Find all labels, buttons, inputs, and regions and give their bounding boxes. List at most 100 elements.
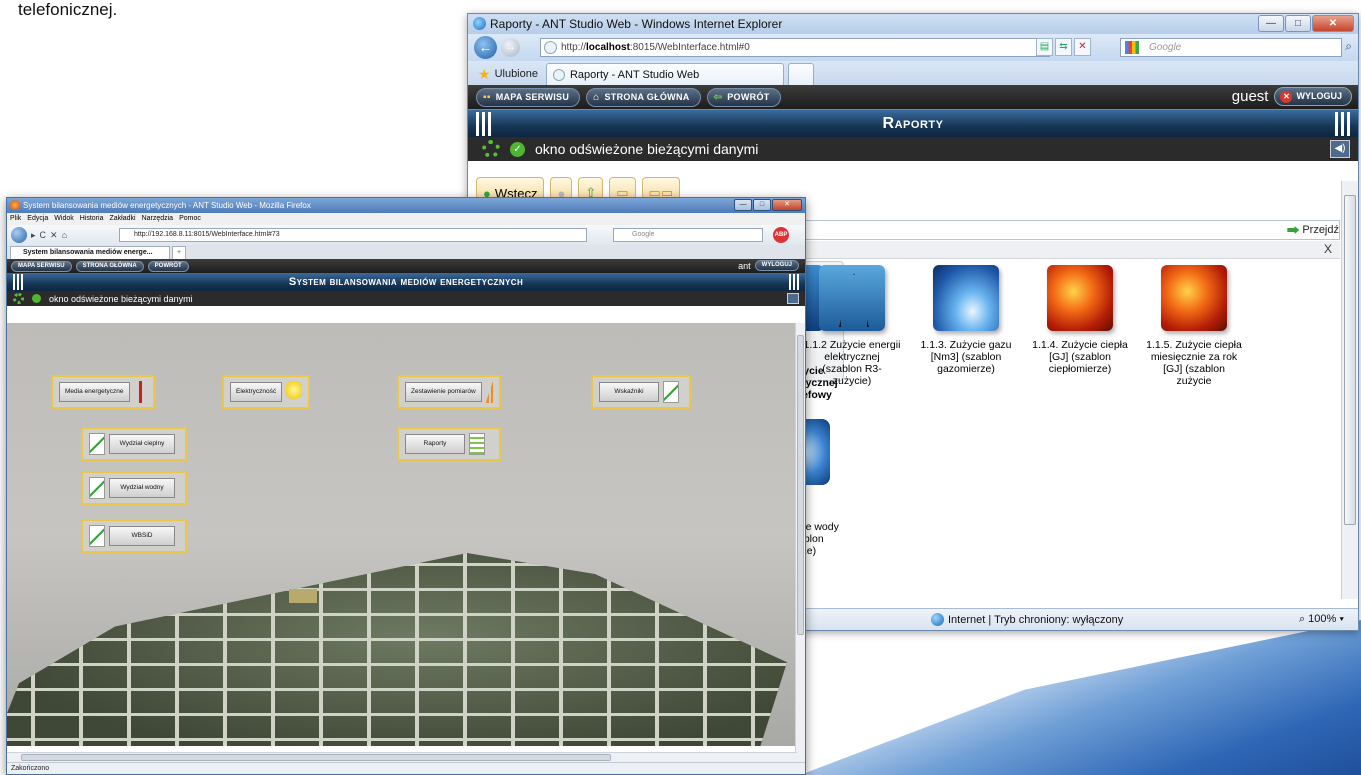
scroll-thumb[interactable]	[1344, 195, 1356, 525]
search-input[interactable]: Google	[613, 228, 763, 242]
report-label: 1.1.2 Zużycie energii elektrycznej (szab…	[803, 339, 901, 387]
forward-arrow-icon[interactable]: ▸	[31, 230, 36, 241]
menu-bookmarks[interactable]: Zakładki	[109, 213, 135, 225]
vertical-scrollbar[interactable]	[795, 323, 805, 764]
maximize-button[interactable]: □	[1285, 15, 1311, 32]
gear-icon[interactable]	[13, 293, 24, 304]
tile-reports-label: Raporty	[405, 434, 465, 454]
home-label: STRONA GŁÓWNA	[604, 91, 690, 102]
reload-icon[interactable]: C	[40, 230, 47, 240]
tab-raporty[interactable]: Raporty - ANT Studio Web	[545, 63, 784, 85]
user-area: ant WYLOGUJ	[738, 260, 799, 271]
menu-help[interactable]: Pomoc	[179, 213, 201, 225]
map-highlight[interactable]	[289, 589, 317, 603]
ff-status-bar: Zakończono	[7, 762, 805, 774]
favorites-button[interactable]: ★ Ulubione	[474, 63, 542, 85]
vertical-scrollbar[interactable]	[1341, 181, 1358, 599]
tile-water[interactable]: Wydział wodny	[81, 471, 187, 505]
menu-tools[interactable]: Narzędzia	[142, 213, 174, 225]
tab-label: Raporty - ANT Studio Web	[569, 68, 700, 81]
tile-media-label: Media energetyczne	[59, 382, 130, 402]
home-icon[interactable]: ⌂	[62, 230, 67, 240]
report-item[interactable]: 1.1.5. Zużycie ciepła miesięcznie za rok…	[1145, 265, 1243, 387]
tile-water-label: Wydział wodny	[109, 478, 175, 498]
back-button[interactable]: POWRÓT	[147, 260, 189, 272]
back-arrow-icon[interactable]	[11, 227, 27, 243]
new-tab-button[interactable]: +	[172, 246, 186, 259]
site-map-button[interactable]: ▪▪ MAPA SERWISU	[476, 87, 581, 107]
ie-tab-bar: ★ Ulubione Raporty - ANT Studio Web	[468, 61, 1358, 85]
zoom-control[interactable]: ⌕ 100% ▾	[1299, 613, 1344, 626]
back-label: POWRÓT	[727, 91, 770, 102]
speaker-icon[interactable]: ◀)	[1330, 140, 1350, 158]
google-icon	[1125, 41, 1139, 54]
go-button[interactable]: Przejdź	[1284, 221, 1339, 239]
tile-media[interactable]: Media energetyczne	[51, 375, 155, 409]
right-bars-decoration	[1335, 112, 1350, 136]
tile-indicators[interactable]: Wskaźniki	[591, 375, 691, 409]
compat-view-icon[interactable]: ▤	[1036, 38, 1053, 56]
scroll-thumb[interactable]	[21, 754, 611, 761]
background-swoosh	[800, 620, 1361, 775]
thermometer-icon	[133, 381, 147, 403]
gear-icon[interactable]	[482, 140, 500, 158]
tab-system[interactable]: System bilansowania mediów energe...	[10, 246, 170, 259]
star-icon: ★	[478, 65, 491, 82]
logout-button[interactable]: ✕ WYLOGUJ	[1274, 87, 1352, 106]
menu-edit[interactable]: Edycja	[27, 213, 48, 225]
report-item[interactable]: 1.1.3. Zużycie gazu [Nm3] (szablon gazom…	[917, 265, 1015, 387]
stop-icon[interactable]: ✕	[50, 230, 58, 241]
minimize-button[interactable]: —	[734, 199, 752, 211]
tile-heat[interactable]: Wydział cieplny	[81, 427, 187, 461]
close-button[interactable]: ✕	[772, 199, 802, 211]
new-tab-button[interactable]	[787, 63, 814, 85]
tile-electricity[interactable]: Elektryczność	[222, 375, 310, 409]
report-icons: 1.1.2 Zużycie energii elektrycznej (szab…	[803, 265, 1243, 387]
adblock-icon[interactable]: ABP	[773, 227, 789, 243]
document-text: telefonicznej.	[18, 0, 118, 19]
power-tower-icon	[819, 265, 885, 331]
home-button[interactable]: STRONA GŁÓWNA	[75, 260, 144, 272]
close-panel-button[interactable]: X	[1324, 242, 1332, 256]
logout-icon: ✕	[1280, 90, 1293, 103]
ff-menubar: Plik Edycja Widok Historia Zakładki Narz…	[7, 213, 805, 225]
refresh-icon[interactable]: ⇆	[1055, 38, 1072, 56]
zoom-level: 100%	[1308, 613, 1337, 625]
stop-icon[interactable]: ✕	[1074, 38, 1091, 56]
maximize-button[interactable]: □	[753, 199, 771, 211]
city-3d-map[interactable]	[7, 553, 787, 746]
speaker-icon[interactable]	[787, 293, 799, 304]
tile-reports[interactable]: Raporty	[397, 427, 501, 461]
search-input[interactable]: Google	[1120, 38, 1342, 57]
back-button[interactable]: ⇦ POWRÓT	[706, 87, 781, 107]
minimize-button[interactable]: —	[1258, 15, 1284, 32]
refresh-status-bar: ✓ okno odświeżone bieżącymi danymi ◀)	[468, 137, 1358, 161]
gas-flame-icon	[933, 265, 999, 331]
url-input[interactable]: http://192.168.8.11:8015/WebInterface.ht…	[119, 228, 587, 242]
search-icon[interactable]: ⌕	[1345, 39, 1352, 54]
left-arrow-icon: ⇦	[713, 91, 723, 103]
site-map-button[interactable]: MAPA SERWISU	[11, 260, 72, 272]
user-area: guest ✕ WYLOGUJ	[1232, 87, 1352, 106]
report-label: 1.1.4. Zużycie ciepła [GJ] (szablon ciep…	[1032, 339, 1128, 375]
report-item[interactable]: 1.1.4. Zużycie ciepła [GJ] (szablon ciep…	[1031, 265, 1129, 387]
status-message: okno odświeżone bieżącymi danymi	[49, 293, 193, 304]
back-arrow-icon[interactable]: ←	[474, 36, 497, 59]
horizontal-scrollbar[interactable]	[7, 752, 797, 762]
scroll-thumb[interactable]	[797, 335, 804, 635]
menu-history[interactable]: Historia	[80, 213, 104, 225]
url-input[interactable]: http://localhost:8015/WebInterface.html#…	[540, 38, 1050, 57]
tile-indicators-label: Wskaźniki	[599, 382, 659, 402]
ff-tab-bar: System bilansowania mediów energe... +	[7, 245, 805, 259]
tile-wbsid[interactable]: WBSiD	[81, 519, 187, 553]
home-button[interactable]: ⌂ STRONA GŁÓWNA	[586, 87, 701, 107]
ff-window-controls: — □ ✕	[734, 199, 802, 211]
ff-app-menu-bar: MAPA SERWISU STRONA GŁÓWNA POWRÓT ant WY…	[7, 259, 805, 273]
logout-button[interactable]: WYLOGUJ	[754, 260, 799, 271]
report-item[interactable]: 1.1.2 Zużycie energii elektrycznej (szab…	[803, 265, 901, 387]
forward-arrow-icon[interactable]: →	[501, 38, 520, 57]
menu-file[interactable]: Plik	[10, 213, 21, 225]
tile-measurements[interactable]: Zestawienie pomiarów	[397, 375, 501, 409]
close-button[interactable]: ✕	[1312, 15, 1354, 32]
menu-view[interactable]: Widok	[54, 213, 73, 225]
